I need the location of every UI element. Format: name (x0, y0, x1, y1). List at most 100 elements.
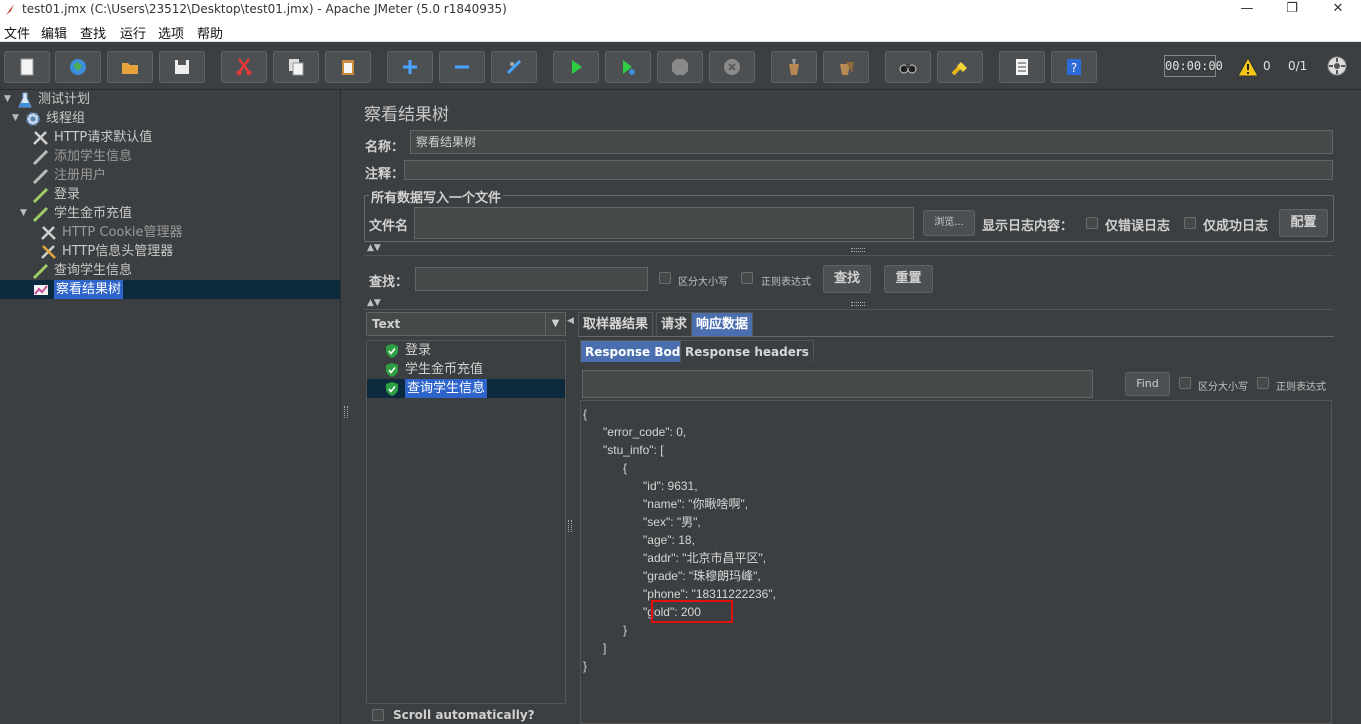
response-subtabs: Response Body Response headers (580, 340, 1332, 364)
help-button[interactable]: ? (1051, 51, 1097, 83)
tree-node-add-student[interactable]: 添加学生信息 (20, 147, 132, 166)
menu-options[interactable]: 选项 (158, 23, 184, 42)
tab-response-headers[interactable]: Response headers (680, 340, 814, 362)
tree-node-test-plan[interactable]: ▼ 测试计划 (4, 90, 90, 109)
save-icon (175, 60, 189, 74)
tree-node-register-user[interactable]: 注册用户 (20, 166, 106, 185)
list-item[interactable]: 学生金币充值 (367, 360, 565, 379)
main-splitter[interactable] (341, 90, 351, 724)
collapse-divider-icon[interactable]: ▲▼ (367, 243, 381, 253)
divider-grip[interactable] (851, 248, 865, 252)
start-button[interactable] (553, 51, 599, 83)
list-item[interactable]: 登录 (367, 341, 565, 360)
list-item[interactable]: 查询学生信息 (367, 379, 565, 398)
tab-response-data[interactable]: 响应数据 (691, 312, 754, 336)
renderer-select[interactable]: Text ▼ (366, 312, 566, 336)
stop-button[interactable] (657, 51, 703, 83)
expand-arrow-icon[interactable]: ▼ (4, 90, 16, 109)
tree-node-login[interactable]: 登录 (20, 185, 80, 204)
menu-edit[interactable]: 编辑 (41, 23, 67, 42)
config-icon (32, 130, 50, 146)
copy-button[interactable] (273, 51, 319, 83)
sampler-icon (32, 187, 50, 203)
find-regex-label: 正则表达式 (1276, 382, 1326, 393)
tab-scroll-left-icon[interactable]: ◀ (567, 316, 574, 326)
function-helper-button[interactable] (999, 51, 1045, 83)
start-no-pauses-button[interactable] (605, 51, 651, 83)
search-field[interactable] (415, 267, 648, 291)
warning-icon[interactable] (1237, 57, 1259, 77)
find-button[interactable]: Find (1125, 372, 1170, 396)
menu-run[interactable]: 运行 (120, 23, 146, 42)
templates-button[interactable] (55, 51, 101, 83)
expand-all-button[interactable] (387, 51, 433, 83)
comment-field[interactable] (404, 160, 1333, 180)
save-button[interactable] (159, 51, 205, 83)
menu-file[interactable]: 文件 (4, 23, 30, 42)
tree-node-query-student[interactable]: 查询学生信息 (20, 261, 132, 280)
scroll-auto-label: Scroll automatically? (393, 708, 535, 722)
sample-results-list: 登录 学生金币充值 查询学生信息 (366, 340, 566, 704)
sampler-icon (32, 206, 50, 222)
close-button[interactable]: ✕ (1318, 0, 1358, 20)
tree-node-label: 注册用户 (54, 168, 107, 183)
tab-request[interactable]: 请求 (656, 312, 693, 336)
clear-button[interactable] (771, 51, 817, 83)
success-shield-icon (386, 381, 398, 396)
paste-button[interactable] (325, 51, 371, 83)
collapse-divider-icon[interactable]: ▲▼ (367, 298, 381, 308)
find-input[interactable] (582, 370, 1093, 398)
results-splitter[interactable] (568, 520, 572, 532)
filename-field[interactable] (414, 207, 914, 239)
reset-button[interactable]: 重置 (884, 265, 933, 293)
tree-node-cookie-manager[interactable]: HTTP Cookie管理器 (28, 223, 183, 242)
expand-arrow-icon[interactable]: ▼ (12, 109, 24, 128)
success-only-checkbox[interactable] (1184, 217, 1196, 229)
menu-search[interactable]: 查找 (80, 23, 106, 42)
open-button[interactable] (107, 51, 153, 83)
browse-button[interactable]: 浏览... (923, 210, 975, 236)
thread-group-icon (24, 111, 42, 127)
menu-help[interactable]: 帮助 (197, 23, 223, 42)
name-field[interactable]: 察看结果树 (410, 130, 1333, 154)
renderer-value: Text (372, 317, 401, 331)
minimize-button[interactable]: — (1227, 0, 1267, 20)
tree-node-header-manager[interactable]: HTTP信息头管理器 (28, 242, 173, 261)
stop-icon (672, 59, 688, 75)
toggle-button[interactable] (491, 51, 537, 83)
new-button[interactable] (4, 51, 50, 83)
configure-button[interactable]: 配置 (1279, 209, 1328, 237)
tree-node-thread-group[interactable]: ▼ 线程组 (12, 109, 85, 128)
search-submit-button[interactable]: 查找 (823, 265, 871, 293)
search-button[interactable] (885, 51, 931, 83)
tree-node-gold-recharge[interactable]: ▼ 学生金币充值 (20, 204, 132, 223)
collapse-all-button[interactable] (439, 51, 485, 83)
find-regex-checkbox[interactable] (1257, 377, 1269, 389)
sampler-icon (32, 168, 50, 184)
svg-text:?: ? (1071, 61, 1077, 75)
tab-response-body[interactable]: Response Body (580, 340, 694, 362)
tree-node-http-defaults[interactable]: HTTP请求默认值 (20, 128, 152, 147)
divider-grip[interactable] (851, 302, 865, 306)
shutdown-button[interactable] (709, 51, 755, 83)
case-sensitive-checkbox[interactable] (659, 272, 671, 284)
tab-sampler-result[interactable]: 取样器结果 (578, 312, 654, 336)
reset-search-button[interactable] (937, 51, 983, 83)
response-body-text[interactable]: { "error_code": 0, "stu_info": [ { "id":… (580, 400, 1332, 724)
menu-bar: 文件 编辑 查找 运行 选项 帮助 (0, 20, 1361, 42)
tree-node-label: 测试计划 (38, 92, 91, 107)
clear-all-button[interactable] (823, 51, 869, 83)
cut-button[interactable] (221, 51, 267, 83)
tree-node-label: 添加学生信息 (54, 149, 133, 164)
tree-node-label: 登录 (54, 187, 81, 202)
errors-only-checkbox[interactable] (1086, 217, 1098, 229)
tree-node-view-results-tree[interactable]: 察看结果树 (0, 280, 340, 299)
maximize-button[interactable]: ❐ (1272, 0, 1312, 20)
log-content-label: 显示日志内容： (982, 219, 1074, 234)
regex-checkbox[interactable] (741, 272, 753, 284)
find-case-sensitive-checkbox[interactable] (1179, 377, 1191, 389)
name-label: 名称： (365, 140, 405, 155)
expand-arrow-icon[interactable]: ▼ (20, 204, 32, 223)
chevron-down-icon[interactable]: ▼ (545, 313, 565, 335)
scroll-auto-checkbox[interactable] (372, 709, 384, 721)
